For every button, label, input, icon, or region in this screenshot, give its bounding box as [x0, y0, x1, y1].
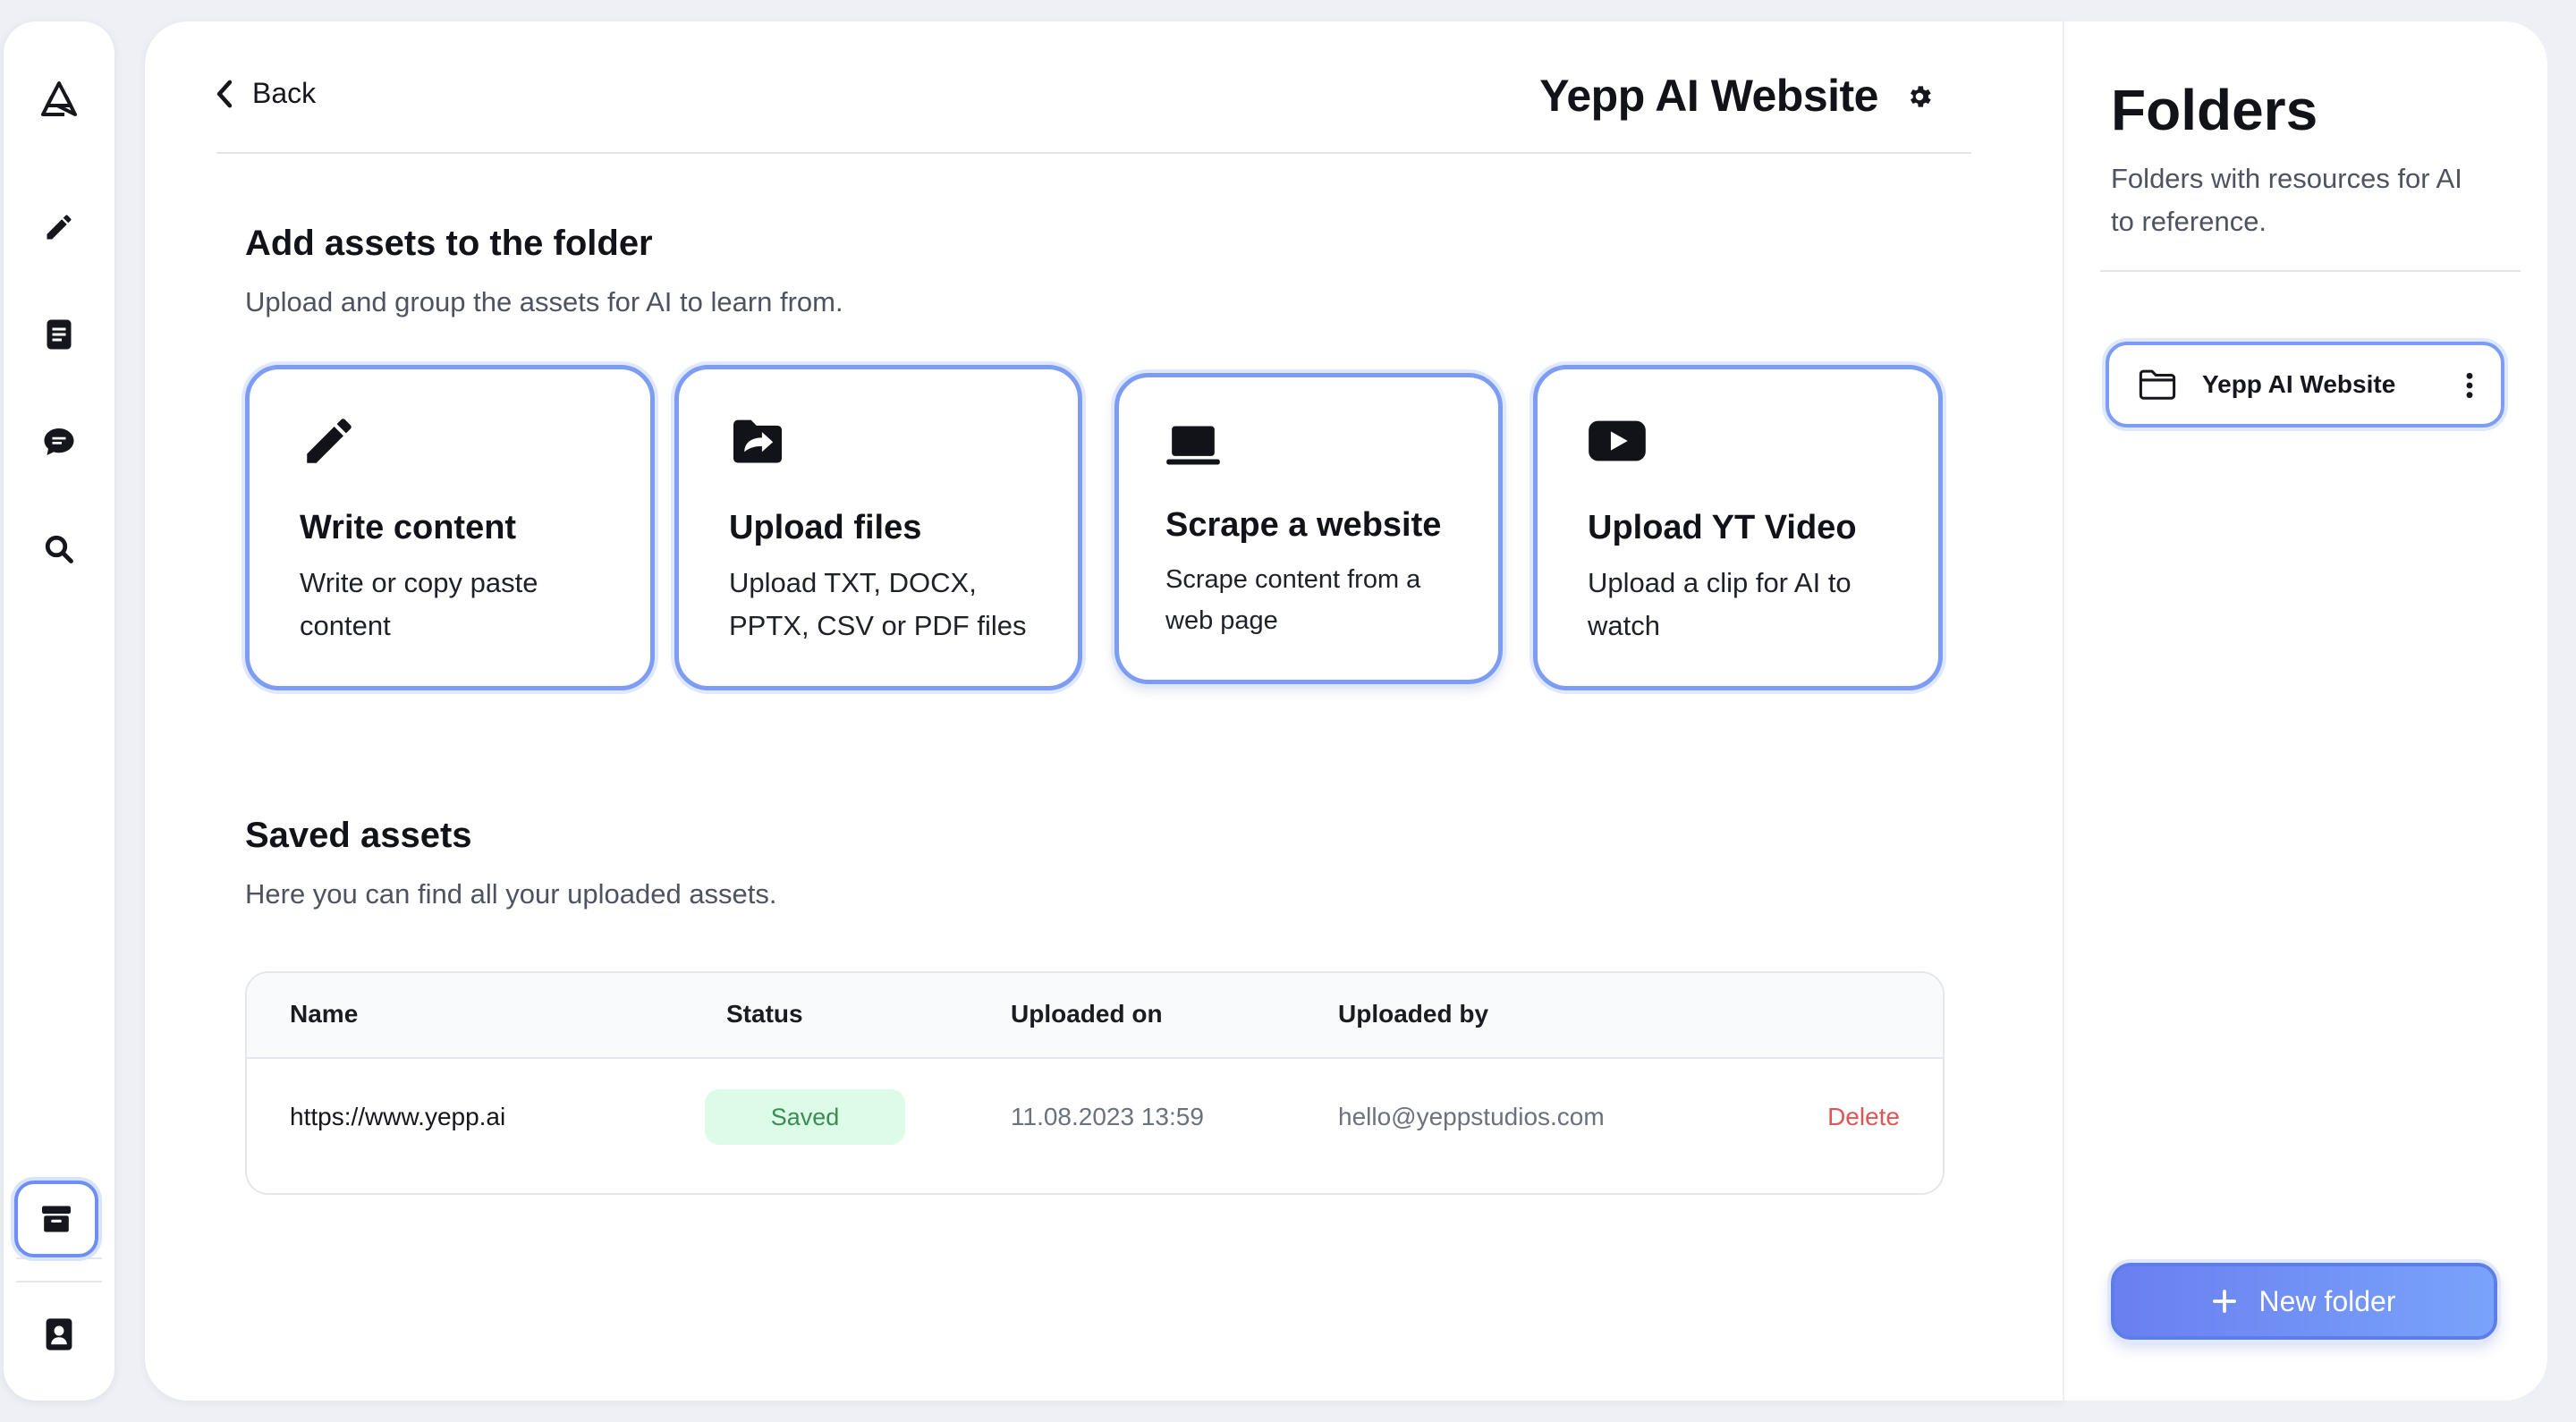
- new-folder-label: New folder: [2258, 1284, 2396, 1317]
- card-title: Upload files: [729, 509, 922, 546]
- sidebar: [4, 21, 114, 1401]
- column-header-uploaded-by[interactable]: Uploaded by: [1338, 1000, 1488, 1028]
- sidebar-item-search[interactable]: [23, 513, 95, 585]
- write-content-card[interactable]: Write content Write or copy paste conten…: [245, 365, 655, 690]
- rail-divider: [16, 1257, 102, 1259]
- card-title: Scrape a website: [1165, 506, 1442, 544]
- upload-files-card[interactable]: Upload files Upload TXT, DOCX, PPTX, CSV…: [674, 365, 1082, 690]
- delete-button[interactable]: Delete: [1827, 1103, 1900, 1131]
- card-description-line: Upload a clip for AI to: [1588, 567, 1852, 598]
- card-description-line: Scrape content from a: [1165, 565, 1421, 594]
- back-label: Back: [252, 77, 317, 109]
- card-description-line: Upload TXT, DOCX,: [729, 567, 977, 598]
- sidebar-item-profile[interactable]: [23, 1299, 95, 1370]
- main-panel: Back Yepp AI Website Add assets to the f…: [145, 21, 2063, 1401]
- chat-icon: [44, 428, 74, 455]
- more-vertical-icon: [2466, 372, 2473, 399]
- folder-menu-button[interactable]: [2465, 372, 2474, 403]
- youtube-icon: [1589, 420, 1646, 461]
- column-header-status[interactable]: Status: [726, 1000, 803, 1028]
- folder-name: Yepp AI Website: [2202, 370, 2396, 398]
- folders-panel: Folders Folders with resources for AI to…: [2063, 21, 2547, 1401]
- archive-icon: [42, 1206, 71, 1232]
- saved-assets-table: Name Status Uploaded on Uploaded by http…: [245, 971, 1945, 1195]
- add-assets-title: Add assets to the folder: [245, 224, 653, 263]
- sidebar-item-assets[interactable]: [14, 1181, 98, 1257]
- sidebar-item-documents[interactable]: [23, 299, 95, 370]
- column-header-name[interactable]: Name: [290, 1000, 358, 1028]
- folders-subtitle: Folders with resources for AI to referen…: [2111, 163, 2462, 237]
- logo-icon[interactable]: [23, 64, 95, 136]
- asset-name[interactable]: https://www.yepp.ai: [290, 1103, 505, 1131]
- sidebar-item-chat[interactable]: [23, 406, 95, 478]
- folder-item[interactable]: Yepp AI Website: [2106, 342, 2504, 427]
- back-button[interactable]: Back: [215, 77, 316, 110]
- card-description-line: watch: [1588, 610, 1660, 641]
- scrape-website-card[interactable]: Scrape a website Scrape content from a w…: [1114, 373, 1503, 684]
- card-description-line: web page: [1165, 606, 1278, 635]
- search-icon: [45, 535, 73, 563]
- rail-divider: [16, 1281, 102, 1282]
- status-badge: Saved: [705, 1089, 905, 1145]
- folder-icon: [2139, 369, 2176, 400]
- saved-assets-title: Saved assets: [245, 816, 472, 855]
- gear-icon: [1911, 86, 1931, 107]
- table-row[interactable]: https://www.yepp.ai Saved 11.08.2023 13:…: [247, 1059, 1943, 1193]
- card-description-line: PPTX, CSV or PDF files: [729, 610, 1027, 641]
- folders-title: Folders: [2111, 78, 2318, 142]
- add-assets-subtitle: Upload and group the assets for AI to le…: [245, 286, 843, 317]
- page-title: Yepp AI Website: [1539, 71, 1878, 121]
- sidebar-item-write[interactable]: [23, 191, 95, 263]
- column-header-uploaded-on[interactable]: Uploaded on: [1011, 1000, 1163, 1028]
- upload-yt-video-card[interactable]: Upload YT Video Upload a clip for AI to …: [1533, 365, 1943, 690]
- uploaded-on: 11.08.2023 13:59: [1011, 1103, 1204, 1130]
- folder-upload-icon: [733, 419, 782, 463]
- card-description-line: content: [300, 610, 391, 641]
- uploaded-by: hello@yeppstudios.com: [1338, 1103, 1605, 1130]
- table-header: Name Status Uploaded on Uploaded by: [247, 973, 1943, 1059]
- folders-divider: [2100, 270, 2521, 272]
- plus-icon: [2212, 1290, 2236, 1313]
- document-icon: [47, 319, 72, 350]
- contact-book-icon: [46, 1318, 72, 1350]
- saved-assets-subtitle: Here you can find all your uploaded asse…: [245, 878, 777, 910]
- new-folder-button[interactable]: New folder: [2111, 1263, 2497, 1340]
- chevron-left-icon: [216, 80, 233, 107]
- pencil-icon: [47, 215, 72, 240]
- settings-button[interactable]: [1905, 82, 1934, 115]
- card-title: Upload YT Video: [1588, 509, 1857, 546]
- laptop-icon: [1166, 426, 1220, 465]
- card-title: Write content: [300, 509, 517, 546]
- card-description-line: Write or copy paste: [300, 567, 538, 598]
- pencil-icon: [307, 419, 352, 463]
- header-divider: [216, 152, 1971, 154]
